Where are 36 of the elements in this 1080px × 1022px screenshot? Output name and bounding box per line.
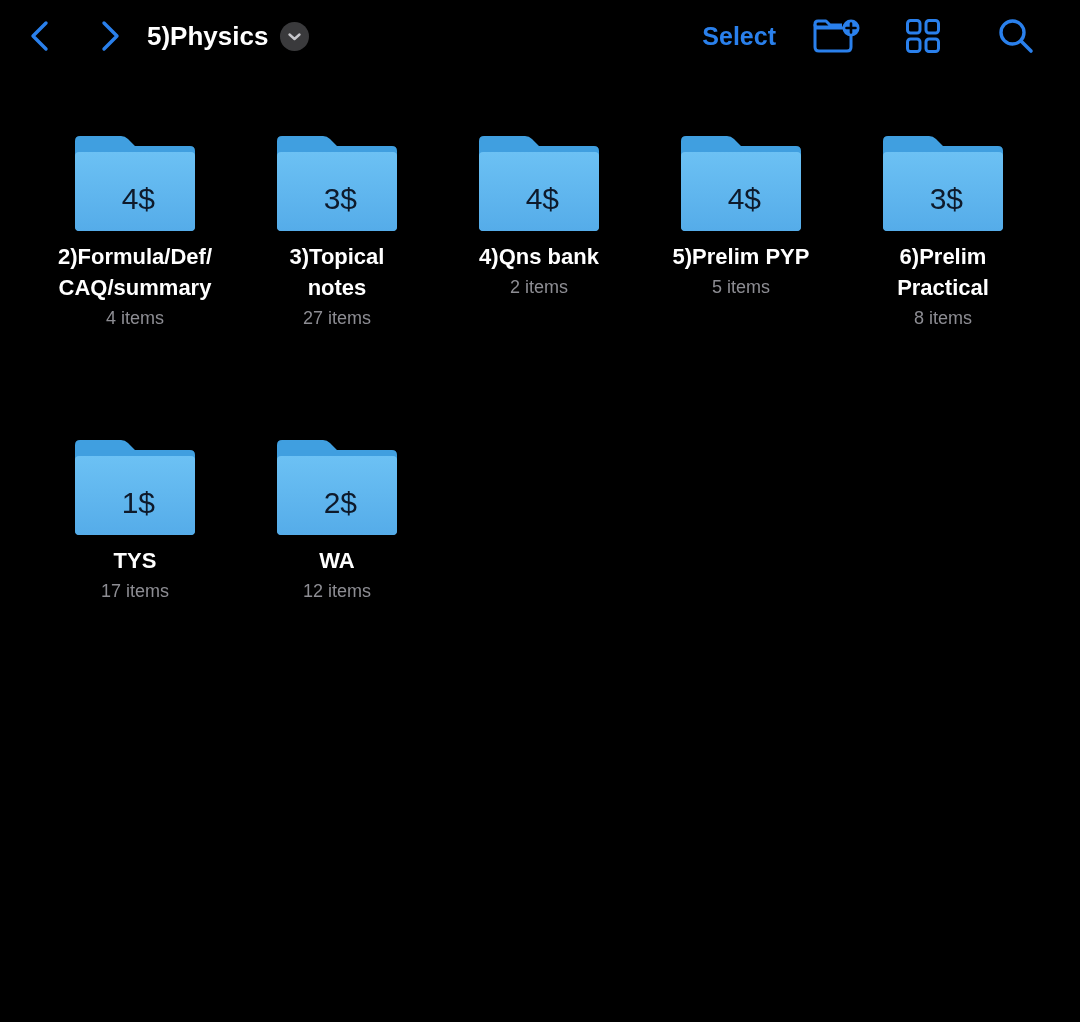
- price-label: 3$: [929, 182, 964, 216]
- folder-name: 2)Formula/Def/ CAQ/summary: [58, 243, 212, 302]
- folder-name: 6)Prelim Practical: [897, 243, 989, 302]
- folder-icon[interactable]: [479, 136, 599, 231]
- price-label: 4$: [525, 182, 560, 216]
- back-chevron-icon[interactable]: [28, 20, 50, 52]
- folder-name: 4)Qns bank: [479, 243, 599, 271]
- item-count: 4 items: [106, 307, 164, 330]
- item-count: 27 items: [303, 307, 371, 330]
- folder-icon[interactable]: [75, 136, 195, 231]
- item-count: 2 items: [510, 276, 568, 299]
- forward-chevron-icon[interactable]: [100, 20, 122, 52]
- item-count: 17 items: [101, 580, 169, 603]
- folder-icon[interactable]: [277, 440, 397, 535]
- grid-view-icon[interactable]: [906, 19, 940, 53]
- search-icon[interactable]: [998, 18, 1034, 54]
- price-label: 2$: [323, 486, 357, 520]
- folder-icon[interactable]: [75, 440, 195, 535]
- price-label: 4$: [121, 182, 155, 216]
- item-count: 12 items: [303, 580, 371, 603]
- item-count: 8 items: [914, 307, 972, 330]
- new-folder-icon[interactable]: [812, 19, 860, 53]
- select-button[interactable]: Select: [702, 21, 776, 51]
- folder-icon[interactable]: [681, 136, 801, 231]
- folder-title: 5)Physics: [147, 20, 269, 52]
- item-count: 5 items: [712, 276, 770, 299]
- folder-name: WA: [319, 547, 355, 575]
- price-label: 1$: [121, 486, 155, 520]
- folder-icon[interactable]: [883, 136, 1003, 231]
- price-label: 4$: [727, 182, 762, 216]
- price-label: 3$: [323, 182, 357, 216]
- folder-icon[interactable]: [277, 136, 397, 231]
- folder-name: 3)Topical notes: [289, 243, 385, 302]
- folder-name: TYS: [113, 547, 157, 575]
- folder-name: 5)Prelim PYP: [672, 243, 810, 271]
- chevron-down-icon[interactable]: [280, 21, 310, 51]
